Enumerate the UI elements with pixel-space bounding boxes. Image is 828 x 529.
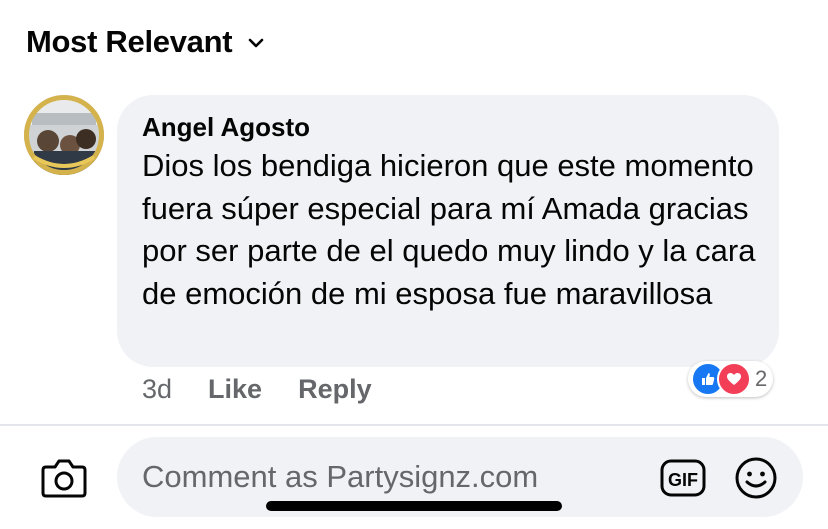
reply-button[interactable]: Reply <box>298 374 372 405</box>
comment-bubble[interactable]: Angel Agosto Dios los bendiga hicieron q… <box>117 95 779 367</box>
camera-icon[interactable] <box>40 455 88 499</box>
comment-author[interactable]: Angel Agosto <box>142 111 755 143</box>
home-indicator <box>266 501 562 511</box>
like-button[interactable]: Like <box>208 374 262 405</box>
avatar-photo <box>24 95 104 175</box>
svg-text:GIF: GIF <box>668 470 698 490</box>
sort-dropdown[interactable]: Most Relevant <box>26 24 266 60</box>
comment-timestamp[interactable]: 3d <box>142 374 172 405</box>
comment-actions: 3d Like Reply <box>142 374 372 405</box>
reaction-count: 2 <box>755 366 768 391</box>
emoji-icon[interactable] <box>734 456 778 500</box>
sort-label: Most Relevant <box>26 24 233 59</box>
comment-text: Dios los bendiga hicieron que este momen… <box>142 148 756 311</box>
gif-icon[interactable]: GIF <box>660 459 706 497</box>
divider <box>0 424 828 426</box>
reactions-summary[interactable]: 2 <box>688 361 774 397</box>
avatar[interactable] <box>24 95 104 175</box>
love-icon <box>717 362 751 396</box>
chevron-down-icon <box>248 38 264 48</box>
